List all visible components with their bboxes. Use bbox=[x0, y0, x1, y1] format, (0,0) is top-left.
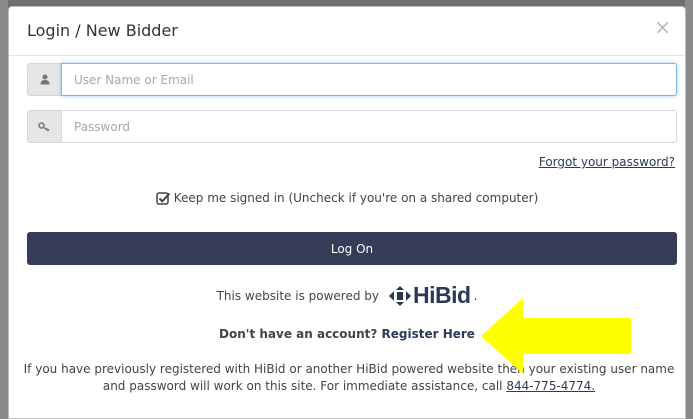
page-background-right bbox=[685, 0, 693, 419]
modal-title: Login / New Bidder bbox=[27, 21, 178, 40]
checkbox-checked-icon[interactable] bbox=[155, 191, 170, 205]
remember-me-label: Keep me signed in (Uncheck if you're on … bbox=[173, 191, 539, 205]
username-input[interactable] bbox=[61, 63, 677, 96]
modal-header: Login / New Bidder × bbox=[9, 7, 685, 56]
user-icon bbox=[27, 63, 61, 96]
powered-by-text: This website is powered by bbox=[216, 288, 379, 303]
close-button[interactable]: × bbox=[654, 17, 671, 37]
forgot-password-link[interactable]: Forgot your password? bbox=[539, 155, 675, 169]
key-icon bbox=[27, 110, 61, 143]
page-background-left bbox=[0, 0, 8, 419]
login-modal: Login / New Bidder × Forgot your passwor… bbox=[8, 6, 686, 419]
remember-me-row[interactable]: Keep me signed in (Uncheck if you're on … bbox=[9, 191, 685, 205]
register-prompt: Don't have an account? bbox=[219, 327, 378, 341]
yellow-arrow-icon bbox=[481, 298, 631, 374]
username-input-group bbox=[27, 63, 677, 96]
hibid-logo-icon bbox=[389, 285, 411, 306]
password-input[interactable] bbox=[61, 110, 677, 143]
phone-link[interactable]: 844-775-4774. bbox=[506, 379, 595, 393]
password-input-group bbox=[27, 110, 677, 143]
hibid-logo: HiBid bbox=[389, 282, 471, 309]
register-here-link[interactable]: Register Here bbox=[382, 327, 475, 341]
powered-by-suffix: . bbox=[473, 288, 478, 303]
log-on-button[interactable]: Log On bbox=[27, 232, 677, 265]
hibid-brand-text: HiBid bbox=[413, 282, 471, 308]
